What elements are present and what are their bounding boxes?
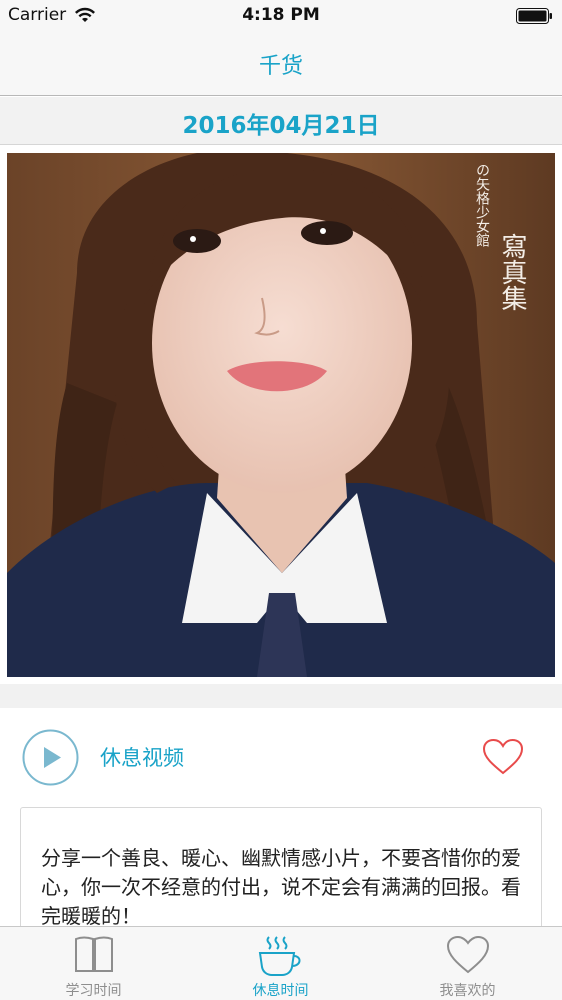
photo-overlay-title: 寫真集 xyxy=(497,233,527,311)
tab-label: 休息时间 xyxy=(252,983,309,999)
play-icon[interactable] xyxy=(22,729,79,786)
tab-label: 我喜欢的 xyxy=(439,983,496,999)
tab-break-time[interactable]: 休息时间 xyxy=(187,927,374,1000)
photo-overlay-subtitle: の矢格少女館 xyxy=(474,163,490,247)
book-icon xyxy=(74,936,113,972)
section-divider xyxy=(0,684,562,708)
tab-label: 学习时间 xyxy=(65,983,122,999)
tab-favorites[interactable]: 我喜欢的 xyxy=(374,927,561,1000)
tab-bar: 学习时间 休息时间 我喜欢的 xyxy=(0,926,562,1000)
coffee-icon xyxy=(258,936,300,976)
date-label: 2016年04月21日 xyxy=(182,113,380,139)
description-text: 分享一个善良、暖心、幽默情感小片，不要吝惜你的爱心，你一次不经意的付出，说不定会… xyxy=(41,846,521,928)
heart-icon xyxy=(446,935,489,974)
cover-photo[interactable]: 寫真集 の矢格少女館 xyxy=(7,153,555,677)
clock: 4:18 PM xyxy=(242,5,320,25)
page-title: 千货 xyxy=(258,54,303,79)
video-label[interactable]: 休息视频 xyxy=(100,742,184,772)
navigation-bar: 千货 xyxy=(0,32,562,96)
battery-icon xyxy=(516,8,552,24)
tab-study-time[interactable]: 学习时间 xyxy=(0,927,187,1000)
date-header: 2016年04月21日 xyxy=(0,97,562,145)
status-bar: Carrier 4:18 PM xyxy=(0,0,562,32)
heart-icon[interactable] xyxy=(482,738,524,776)
